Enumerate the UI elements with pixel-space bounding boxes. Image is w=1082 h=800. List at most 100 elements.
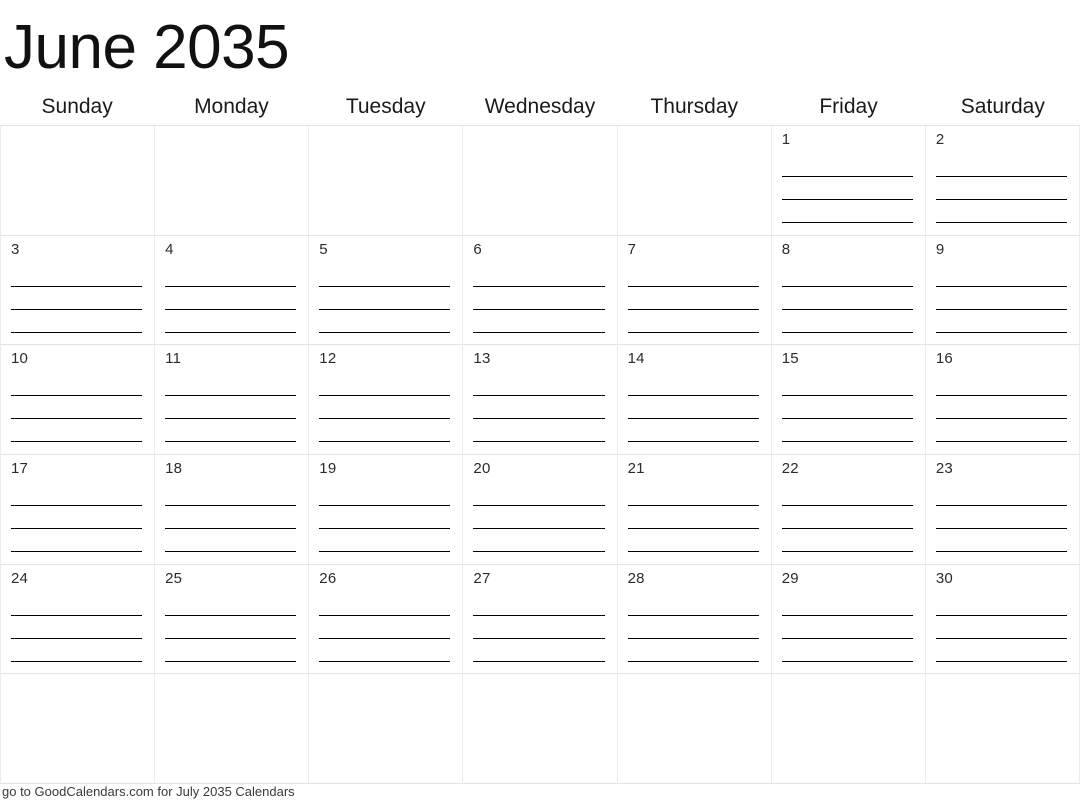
writing-line[interactable] <box>473 287 605 310</box>
writing-lines[interactable] <box>627 373 759 454</box>
writing-lines[interactable] <box>627 483 759 564</box>
day-cell-empty[interactable] <box>1 126 156 236</box>
writing-line[interactable] <box>165 333 296 345</box>
day-cell[interactable]: 23 <box>925 454 1080 565</box>
writing-line[interactable] <box>165 506 297 529</box>
day-cell[interactable]: 15 <box>771 345 926 455</box>
writing-line[interactable] <box>627 639 759 662</box>
writing-line[interactable] <box>11 310 143 333</box>
day-cell[interactable]: 27 <box>463 564 618 675</box>
writing-line[interactable] <box>628 662 759 674</box>
writing-line[interactable] <box>627 529 759 552</box>
day-cell[interactable]: 7 <box>617 235 772 346</box>
day-cell[interactable]: 25 <box>155 564 310 675</box>
writing-line[interactable] <box>627 483 759 506</box>
writing-line[interactable] <box>627 506 759 529</box>
writing-line[interactable] <box>935 264 1067 287</box>
day-cell[interactable]: 9 <box>925 235 1080 346</box>
day-cell[interactable]: 2 <box>925 126 1080 236</box>
day-cell[interactable]: 22 <box>771 454 926 565</box>
writing-line[interactable] <box>165 639 297 662</box>
day-cell[interactable]: 30 <box>925 564 1080 675</box>
day-cell[interactable]: 18 <box>155 454 310 565</box>
writing-lines[interactable] <box>935 483 1067 564</box>
writing-lines[interactable] <box>319 264 451 345</box>
writing-line[interactable] <box>781 177 913 200</box>
writing-lines[interactable] <box>165 593 297 674</box>
writing-line[interactable] <box>11 373 143 397</box>
writing-line[interactable] <box>935 154 1067 177</box>
writing-line[interactable] <box>11 593 143 616</box>
writing-lines[interactable] <box>781 593 913 674</box>
writing-line[interactable] <box>781 200 913 223</box>
writing-line[interactable] <box>165 662 296 674</box>
writing-line[interactable] <box>11 662 142 674</box>
day-cell-empty[interactable] <box>155 126 310 236</box>
writing-line[interactable] <box>165 419 297 443</box>
day-cell[interactable]: 12 <box>309 345 464 455</box>
writing-line[interactable] <box>781 483 913 506</box>
writing-line[interactable] <box>782 223 913 235</box>
writing-line[interactable] <box>781 419 913 443</box>
writing-line[interactable] <box>165 483 297 506</box>
writing-lines[interactable] <box>165 483 297 564</box>
writing-line[interactable] <box>165 287 297 310</box>
writing-line[interactable] <box>319 442 450 454</box>
writing-line[interactable] <box>165 310 297 333</box>
writing-line[interactable] <box>165 264 297 287</box>
day-cell[interactable]: 16 <box>925 345 1080 455</box>
writing-line[interactable] <box>936 442 1067 454</box>
writing-line[interactable] <box>627 419 759 443</box>
writing-line[interactable] <box>473 529 605 552</box>
writing-lines[interactable] <box>11 483 143 564</box>
writing-line[interactable] <box>319 639 451 662</box>
writing-line[interactable] <box>319 287 451 310</box>
writing-line[interactable] <box>781 529 913 552</box>
writing-line[interactable] <box>627 310 759 333</box>
writing-line[interactable] <box>11 442 142 454</box>
writing-line[interactable] <box>935 616 1067 639</box>
writing-line[interactable] <box>627 264 759 287</box>
writing-line[interactable] <box>935 483 1067 506</box>
writing-line[interactable] <box>936 552 1067 564</box>
writing-lines[interactable] <box>319 593 451 674</box>
writing-line[interactable] <box>473 639 605 662</box>
writing-line[interactable] <box>11 483 143 506</box>
writing-line[interactable] <box>165 396 297 420</box>
writing-line[interactable] <box>473 264 605 287</box>
writing-line[interactable] <box>782 333 913 345</box>
writing-line[interactable] <box>319 593 451 616</box>
day-cell[interactable]: 8 <box>771 235 926 346</box>
writing-line[interactable] <box>781 310 913 333</box>
writing-line[interactable] <box>11 419 143 443</box>
writing-line[interactable] <box>781 506 913 529</box>
writing-line[interactable] <box>935 373 1067 397</box>
day-cell[interactable]: 26 <box>309 564 464 675</box>
writing-lines[interactable] <box>935 373 1067 454</box>
writing-line[interactable] <box>473 310 605 333</box>
writing-line[interactable] <box>627 287 759 310</box>
writing-lines[interactable] <box>11 264 143 345</box>
writing-line[interactable] <box>11 616 143 639</box>
writing-line[interactable] <box>473 662 604 674</box>
day-cell-empty[interactable] <box>463 674 618 784</box>
writing-lines[interactable] <box>319 483 451 564</box>
writing-line[interactable] <box>319 333 450 345</box>
writing-line[interactable] <box>781 396 913 420</box>
writing-line[interactable] <box>11 333 142 345</box>
writing-lines[interactable] <box>165 264 297 345</box>
writing-lines[interactable] <box>781 483 913 564</box>
writing-lines[interactable] <box>935 154 1067 235</box>
day-cell-empty[interactable] <box>463 126 618 236</box>
writing-line[interactable] <box>936 223 1067 235</box>
day-cell[interactable]: 19 <box>309 454 464 565</box>
writing-line[interactable] <box>319 396 451 420</box>
writing-line[interactable] <box>165 442 296 454</box>
writing-line[interactable] <box>781 639 913 662</box>
writing-line[interactable] <box>165 593 297 616</box>
writing-line[interactable] <box>781 373 913 397</box>
day-cell[interactable]: 20 <box>463 454 618 565</box>
day-cell[interactable]: 5 <box>309 235 464 346</box>
writing-line[interactable] <box>319 506 451 529</box>
writing-lines[interactable] <box>165 373 297 454</box>
